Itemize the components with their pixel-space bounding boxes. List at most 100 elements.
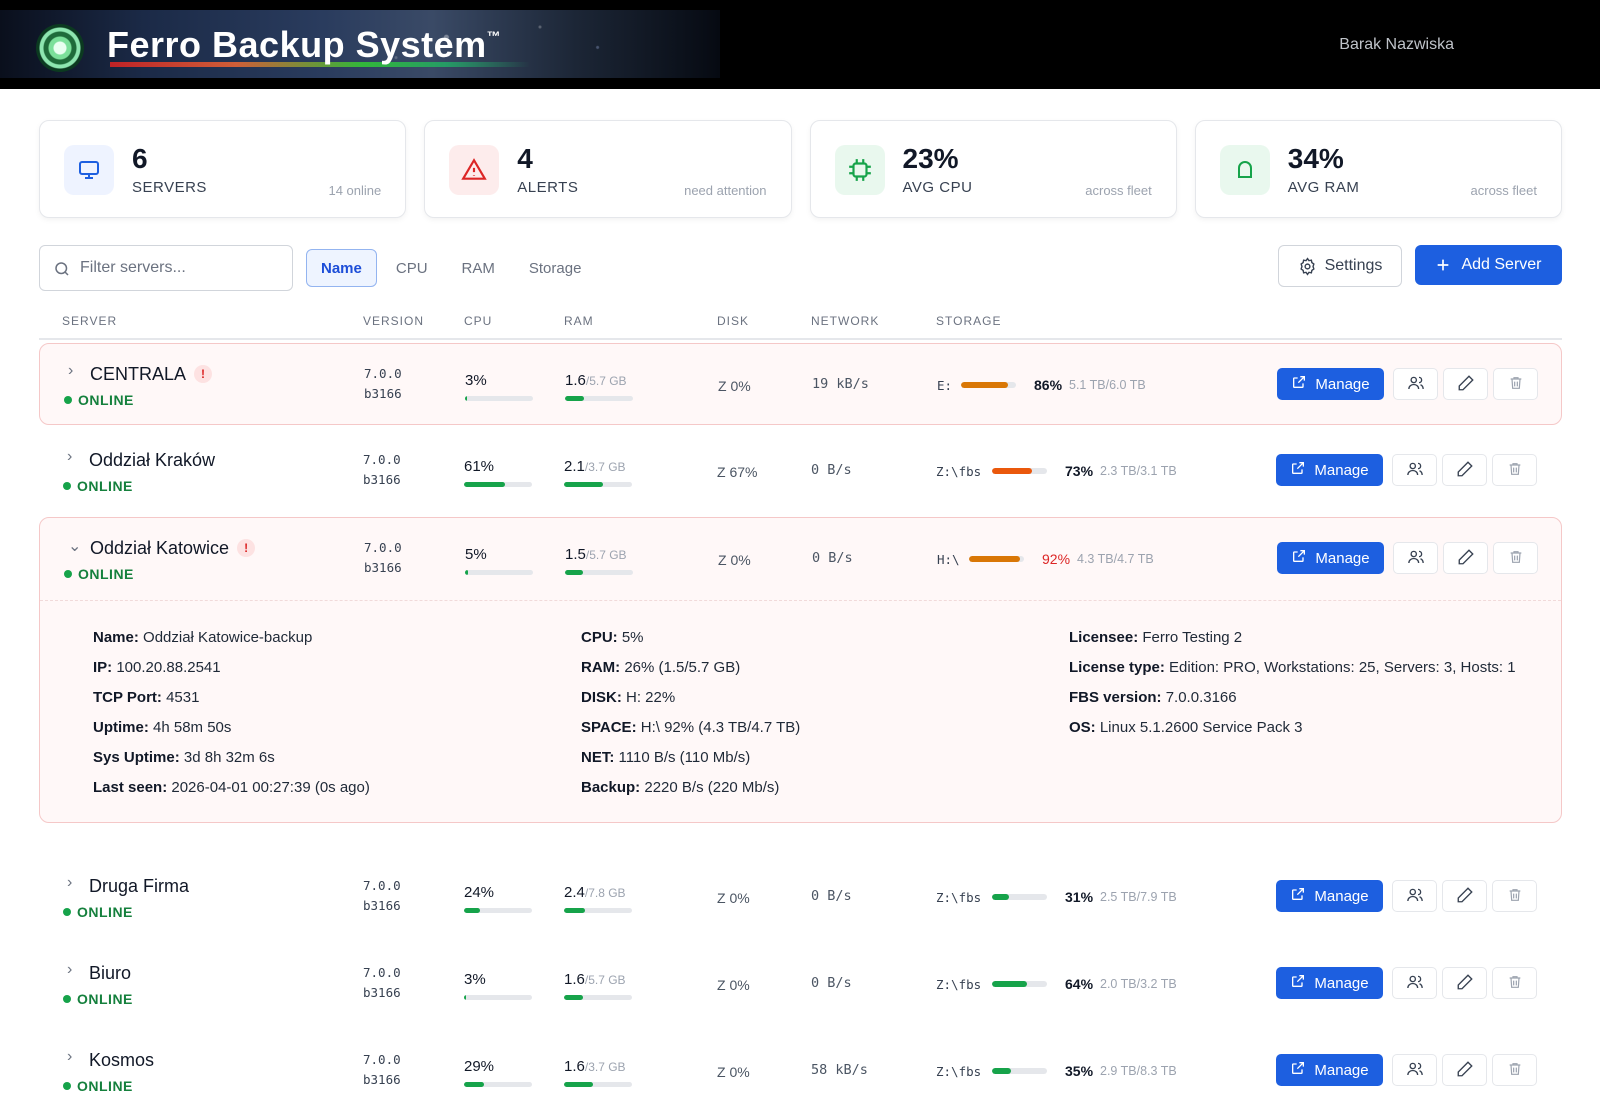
stat-label: AVG RAM <box>1287 179 1360 196</box>
storage-percent: 92% <box>1042 551 1071 567</box>
monitor-icon <box>64 145 114 195</box>
users-icon <box>1407 548 1425 569</box>
storage-percent: 73% <box>1065 463 1094 479</box>
table-row[interactable]: › Druga Firma ONLINE 7.0.0 b3166 24% 2.4/7.8 G… <box>39 856 1562 938</box>
stat-value: 4 <box>517 143 533 174</box>
cpu-value: 61% <box>464 458 495 475</box>
disk-value: Z 0% <box>718 378 751 394</box>
add-server-button[interactable]: Add Server <box>1415 245 1562 285</box>
storage-capacity: 2.0 TB/3.2 TB <box>1100 977 1177 991</box>
table-row[interactable]: › Kosmos ONLINE 7.0.0 b3166 29% 1.6/3.7 GB Z 0%… <box>39 1030 1562 1094</box>
delete-button[interactable] <box>1493 542 1538 574</box>
column-header-disk[interactable]: DISK <box>717 314 749 328</box>
cpu-bar <box>464 995 532 1000</box>
users-icon <box>1406 1060 1424 1081</box>
search-box[interactable] <box>39 245 293 291</box>
users-button[interactable] <box>1392 967 1437 999</box>
detail-item: IP: 100.20.88.2541 <box>93 659 221 676</box>
server-name[interactable]: Oddział Kraków <box>89 450 215 471</box>
manage-button[interactable]: Manage <box>1276 967 1383 999</box>
stat-sub: need attention <box>684 183 767 198</box>
user-name[interactable]: Barak Nazwiska <box>1339 36 1454 54</box>
storage-drive: Z:\fbs <box>936 977 982 992</box>
logo-icon <box>36 24 84 72</box>
storage-bar <box>961 382 1016 388</box>
server-name[interactable]: Oddział Katowice! <box>90 538 256 559</box>
edit-button[interactable] <box>1442 1054 1487 1086</box>
table-row[interactable]: › CENTRALA! ONLINE 7.0.0 b3166 3% 1.6/5.7 GB Z … <box>39 343 1562 425</box>
delete-button[interactable] <box>1492 880 1537 912</box>
users-button[interactable] <box>1393 542 1438 574</box>
users-button[interactable] <box>1392 454 1437 486</box>
ram-bar <box>564 1082 632 1087</box>
table-row[interactable]: › Oddział Kraków ONLINE 7.0.0 b3166 61% 2.1/3.… <box>39 430 1562 512</box>
column-header-version[interactable]: VERSION <box>363 314 424 328</box>
chevron-down-icon[interactable]: ⌄ <box>68 536 81 556</box>
manage-button[interactable]: Manage <box>1277 368 1384 400</box>
column-header-cpu[interactable]: CPU <box>464 314 492 328</box>
edit-button[interactable] <box>1442 454 1487 486</box>
edit-button[interactable] <box>1442 967 1487 999</box>
delete-button[interactable] <box>1493 368 1538 400</box>
table-row[interactable]: › Biuro ONLINE 7.0.0 b3166 3% 1.6/5.7 GB Z 0% 0 … <box>39 943 1562 1025</box>
chevron-right-icon[interactable]: › <box>68 362 73 380</box>
delete-button[interactable] <box>1492 1054 1537 1086</box>
server-name[interactable]: CENTRALA! <box>90 364 213 385</box>
status-badge: ONLINE <box>63 478 133 494</box>
sort-tab-ram[interactable]: RAM <box>447 249 510 287</box>
column-header-server[interactable]: SERVER <box>62 314 117 328</box>
users-button[interactable] <box>1392 1054 1437 1086</box>
network-value: 0 B/s <box>811 462 852 478</box>
ram-value: 1.6/5.7 GB <box>565 372 627 389</box>
sort-tab-storage[interactable]: Storage <box>514 249 597 287</box>
manage-button[interactable]: Manage <box>1276 454 1383 486</box>
edit-button[interactable] <box>1442 880 1487 912</box>
users-button[interactable] <box>1392 880 1437 912</box>
manage-button[interactable]: Manage <box>1277 542 1384 574</box>
status-badge: ONLINE <box>64 566 134 582</box>
app-title[interactable]: Ferro Backup System™ <box>107 24 501 66</box>
external-link-icon <box>1291 548 1307 568</box>
status-badge: ONLINE <box>63 991 133 1007</box>
detail-item: CPU: 5% <box>581 629 644 646</box>
chevron-right-icon[interactable]: › <box>67 448 72 466</box>
chevron-right-icon[interactable]: › <box>67 1048 72 1066</box>
network-value: 0 B/s <box>811 888 852 904</box>
users-icon <box>1407 374 1425 395</box>
trash-icon <box>1507 887 1523 906</box>
version-info: 7.0.0 b3166 <box>363 1052 401 1087</box>
cpu-value: 3% <box>465 372 487 389</box>
column-header-network[interactable]: NETWORK <box>811 314 879 328</box>
server-name[interactable]: Biuro <box>89 963 131 984</box>
ram-bar <box>565 570 633 575</box>
network-value: 58 kB/s <box>811 1062 868 1078</box>
search-input[interactable] <box>80 256 280 280</box>
settings-button[interactable]: Settings <box>1278 245 1402 287</box>
chevron-right-icon[interactable]: › <box>67 961 72 979</box>
table-row[interactable]: ⌄ Oddział Katowice! ONLINE 7.0.0 b3166 5% 1.5/… <box>39 517 1562 823</box>
delete-button[interactable] <box>1492 454 1537 486</box>
stat-sub: across fleet <box>1085 183 1152 198</box>
chevron-right-icon[interactable]: › <box>67 874 72 892</box>
storage-capacity: 5.1 TB/6.0 TB <box>1069 378 1146 392</box>
sort-tab-name[interactable]: Name <box>306 249 377 287</box>
column-header-ram[interactable]: RAM <box>564 314 594 328</box>
edit-button[interactable] <box>1443 542 1488 574</box>
edit-button[interactable] <box>1443 368 1488 400</box>
server-name[interactable]: Kosmos <box>89 1050 154 1071</box>
server-name[interactable]: Druga Firma <box>89 876 189 897</box>
cpu-value: 5% <box>465 546 487 563</box>
column-header-storage[interactable]: STORAGE <box>936 314 1001 328</box>
manage-button[interactable]: Manage <box>1276 880 1383 912</box>
detail-item: Last seen: 2026-04-01 00:27:39 (0s ago) <box>93 779 370 796</box>
ram-bar <box>564 482 632 487</box>
toolbar: Name CPU RAM Storage Settings Add Server <box>39 245 1562 291</box>
stat-card-cpu: 23% AVG CPU across fleet <box>809 120 1177 218</box>
cpu-bar <box>465 570 533 575</box>
settings-label: Settings <box>1324 257 1383 274</box>
search-icon <box>55 262 69 276</box>
delete-button[interactable] <box>1492 967 1537 999</box>
users-button[interactable] <box>1393 368 1438 400</box>
manage-button[interactable]: Manage <box>1276 1054 1383 1086</box>
sort-tab-cpu[interactable]: CPU <box>381 249 443 287</box>
